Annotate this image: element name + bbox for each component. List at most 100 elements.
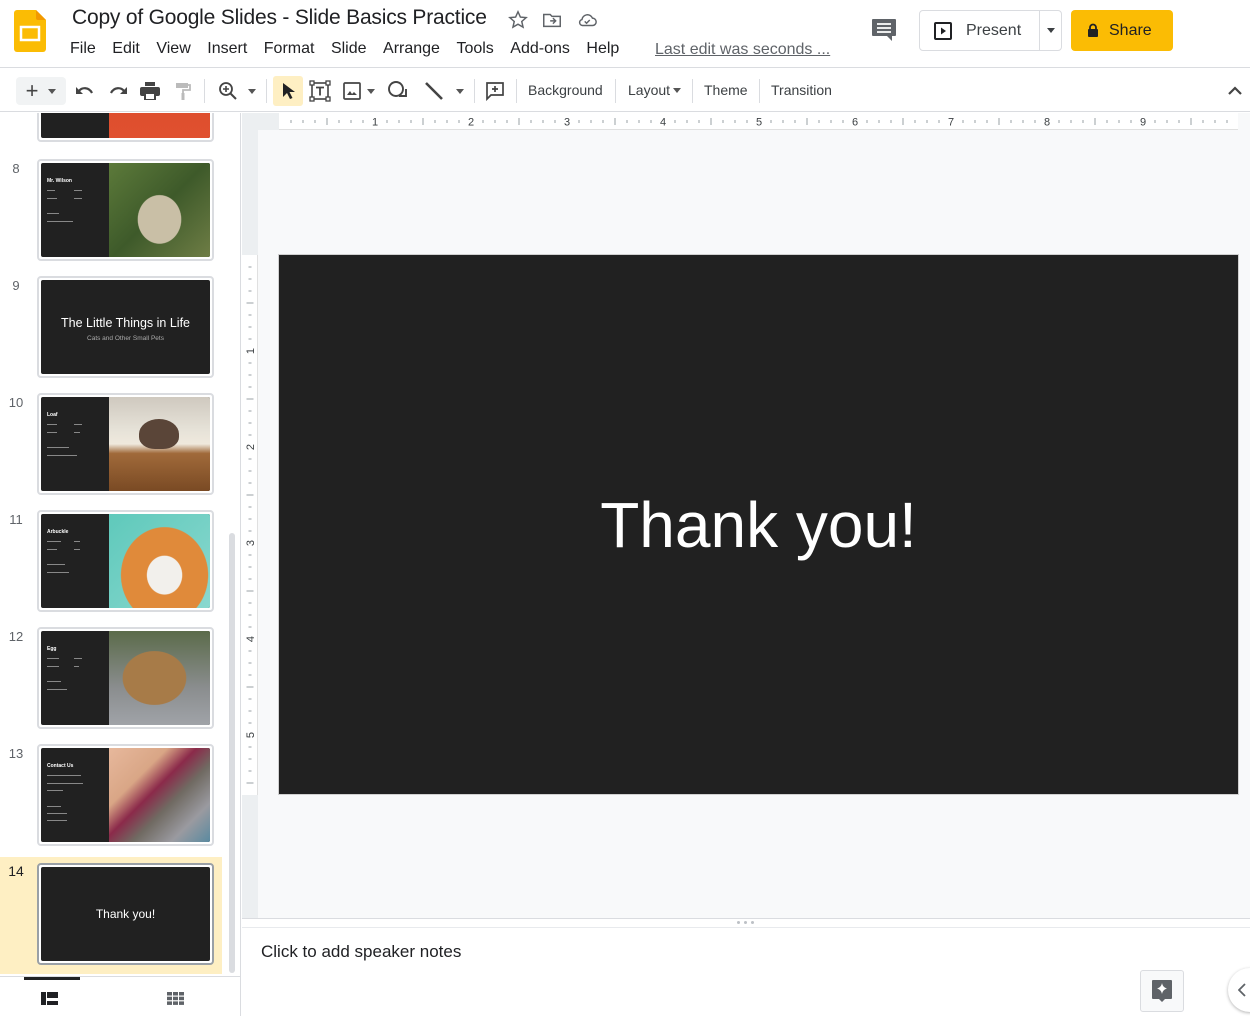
paint-format-button[interactable] — [172, 77, 194, 105]
layout-label: Layout — [628, 82, 671, 98]
transition-button[interactable]: Transition — [771, 82, 832, 98]
text-box-button[interactable] — [309, 77, 331, 105]
present-button-group: Present — [919, 10, 1062, 51]
menu-arrange[interactable]: Arrange — [383, 40, 440, 58]
app-header: Copy of Google Slides - Slide Basics Pra… — [0, 0, 1250, 68]
ruler-label: 5 — [756, 117, 762, 129]
line-button[interactable] — [422, 77, 466, 105]
slide-thumbnail-11[interactable]: Arbuckle — [37, 510, 214, 612]
explore-sparkle-icon — [1152, 980, 1172, 1002]
undo-icon — [76, 87, 93, 94]
add-comment-icon — [486, 82, 504, 101]
notes-resize-handle[interactable] — [242, 918, 1250, 928]
toolbar: + Background Layout Theme Transition — [0, 69, 1250, 112]
menu-tools[interactable]: Tools — [456, 40, 493, 58]
paint-format-icon — [176, 83, 191, 100]
select-tool-button[interactable] — [273, 76, 303, 106]
chevron-down-icon — [673, 87, 682, 93]
chevron-down-icon — [367, 88, 375, 94]
slide-thumbnail-13[interactable]: Contact Us — [37, 744, 214, 846]
ruler-label: 3 — [564, 117, 570, 129]
filmstrip-view-icon[interactable] — [41, 992, 58, 1005]
horizontal-ruler[interactable]: 1 2 3 4 5 6 7 8 9 — [258, 113, 1238, 130]
move-folder-icon[interactable] — [541, 9, 563, 31]
side-panel-toggle[interactable] — [1228, 968, 1250, 1012]
thumbnail-title: The Little Things in Life — [60, 316, 190, 330]
thumbnail-title: Arbuckle — [47, 529, 69, 535]
last-edit-link[interactable]: Last edit was seconds ... — [655, 41, 830, 59]
vertical-ruler-ticks: 1 2 3 4 5 — [245, 266, 257, 784]
ruler-label: 9 — [1140, 117, 1146, 129]
present-button[interactable]: Present — [920, 11, 1040, 50]
cloud-saved-icon[interactable] — [576, 9, 598, 31]
present-label: Present — [966, 21, 1022, 39]
thumbnail-title: Contact Us — [47, 763, 74, 769]
share-button[interactable]: Share — [1071, 10, 1173, 51]
slide-number: 13 — [8, 746, 24, 761]
undo-button[interactable] — [74, 77, 96, 105]
speaker-notes-input[interactable]: Click to add speaker notes — [261, 942, 461, 962]
zoom-in-icon — [219, 82, 237, 100]
add-comment-button[interactable] — [484, 77, 506, 105]
thumbnail-title: Mr. Wilson — [47, 178, 72, 184]
print-icon — [140, 82, 160, 100]
image-icon — [343, 82, 361, 100]
slide-thumbnail-8[interactable]: Mr. Wilson — [37, 159, 214, 261]
slide-title-text[interactable]: Thank you! — [279, 255, 1238, 794]
dog-photo-thumbnail — [109, 113, 210, 138]
ruler-label: 2 — [245, 444, 257, 450]
star-icon[interactable] — [507, 9, 529, 31]
ruler-label: 2 — [468, 117, 474, 129]
slide-thumbnail-10[interactable]: Loaf — [37, 393, 214, 495]
slide-number: 8 — [12, 161, 20, 176]
horizontal-ruler-ticks: 1 2 3 4 5 6 7 8 9 — [258, 113, 1228, 130]
redo-icon — [110, 87, 127, 94]
print-button[interactable] — [139, 77, 161, 105]
ruler-label: 1 — [372, 117, 378, 129]
slide-thumbnail-9[interactable]: The Little Things in Life Cats and Other… — [37, 276, 214, 378]
new-slide-button[interactable]: + — [16, 77, 66, 105]
background-button[interactable]: Background — [528, 82, 603, 98]
menu-view[interactable]: View — [156, 40, 190, 58]
cursor-arrow-icon — [283, 83, 295, 99]
present-options-dropdown[interactable] — [1040, 11, 1061, 50]
grid-view-icon[interactable] — [167, 992, 184, 1005]
menu-help[interactable]: Help — [586, 40, 619, 58]
menu-edit[interactable]: Edit — [112, 40, 140, 58]
chevron-left-icon — [1238, 983, 1246, 997]
menu-file[interactable]: File — [70, 40, 96, 58]
layout-button[interactable]: Layout — [628, 82, 682, 98]
redo-button[interactable] — [107, 77, 129, 105]
speaker-notes-panel: Click to add speaker notes — [242, 928, 1250, 1016]
theme-button[interactable]: Theme — [704, 82, 748, 98]
vertical-ruler-active: 1 2 3 4 5 — [242, 255, 258, 795]
toolbar-divider — [759, 79, 760, 103]
document-title[interactable]: Copy of Google Slides - Slide Basics Pra… — [72, 6, 487, 30]
slide-thumbnail-7[interactable] — [37, 113, 214, 142]
guinea-pig-photo-thumbnail — [109, 631, 210, 725]
ruler-label: 3 — [245, 540, 257, 546]
insert-image-button[interactable] — [341, 77, 377, 105]
ruler-label: 4 — [660, 117, 666, 129]
zoom-button[interactable] — [214, 77, 260, 105]
comments-icon[interactable] — [870, 17, 898, 43]
shape-button[interactable] — [387, 77, 409, 105]
explore-button[interactable] — [1140, 970, 1184, 1012]
slide-thumbnail-14[interactable]: Thank you! — [37, 863, 214, 965]
chevron-down-icon — [48, 88, 57, 94]
menu-add-ons[interactable]: Add-ons — [510, 40, 570, 58]
menu-format[interactable]: Format — [264, 40, 315, 58]
chevron-down-icon — [248, 88, 256, 94]
slides-logo-icon[interactable] — [14, 10, 46, 52]
menu-insert[interactable]: Insert — [207, 40, 247, 58]
toolbar-divider — [204, 79, 205, 103]
slide-number: 12 — [8, 629, 24, 644]
menu-slide[interactable]: Slide — [331, 40, 367, 58]
filmstrip-scrollbar[interactable] — [229, 533, 235, 973]
ruler-label: 6 — [852, 117, 858, 129]
ruler-label: 1 — [245, 348, 257, 354]
drag-handle-icon — [737, 921, 754, 924]
collapse-toolbar-button[interactable] — [1224, 77, 1246, 105]
slide-thumbnail-12[interactable]: Egg — [37, 627, 214, 729]
current-slide[interactable]: Thank you! — [279, 255, 1238, 794]
